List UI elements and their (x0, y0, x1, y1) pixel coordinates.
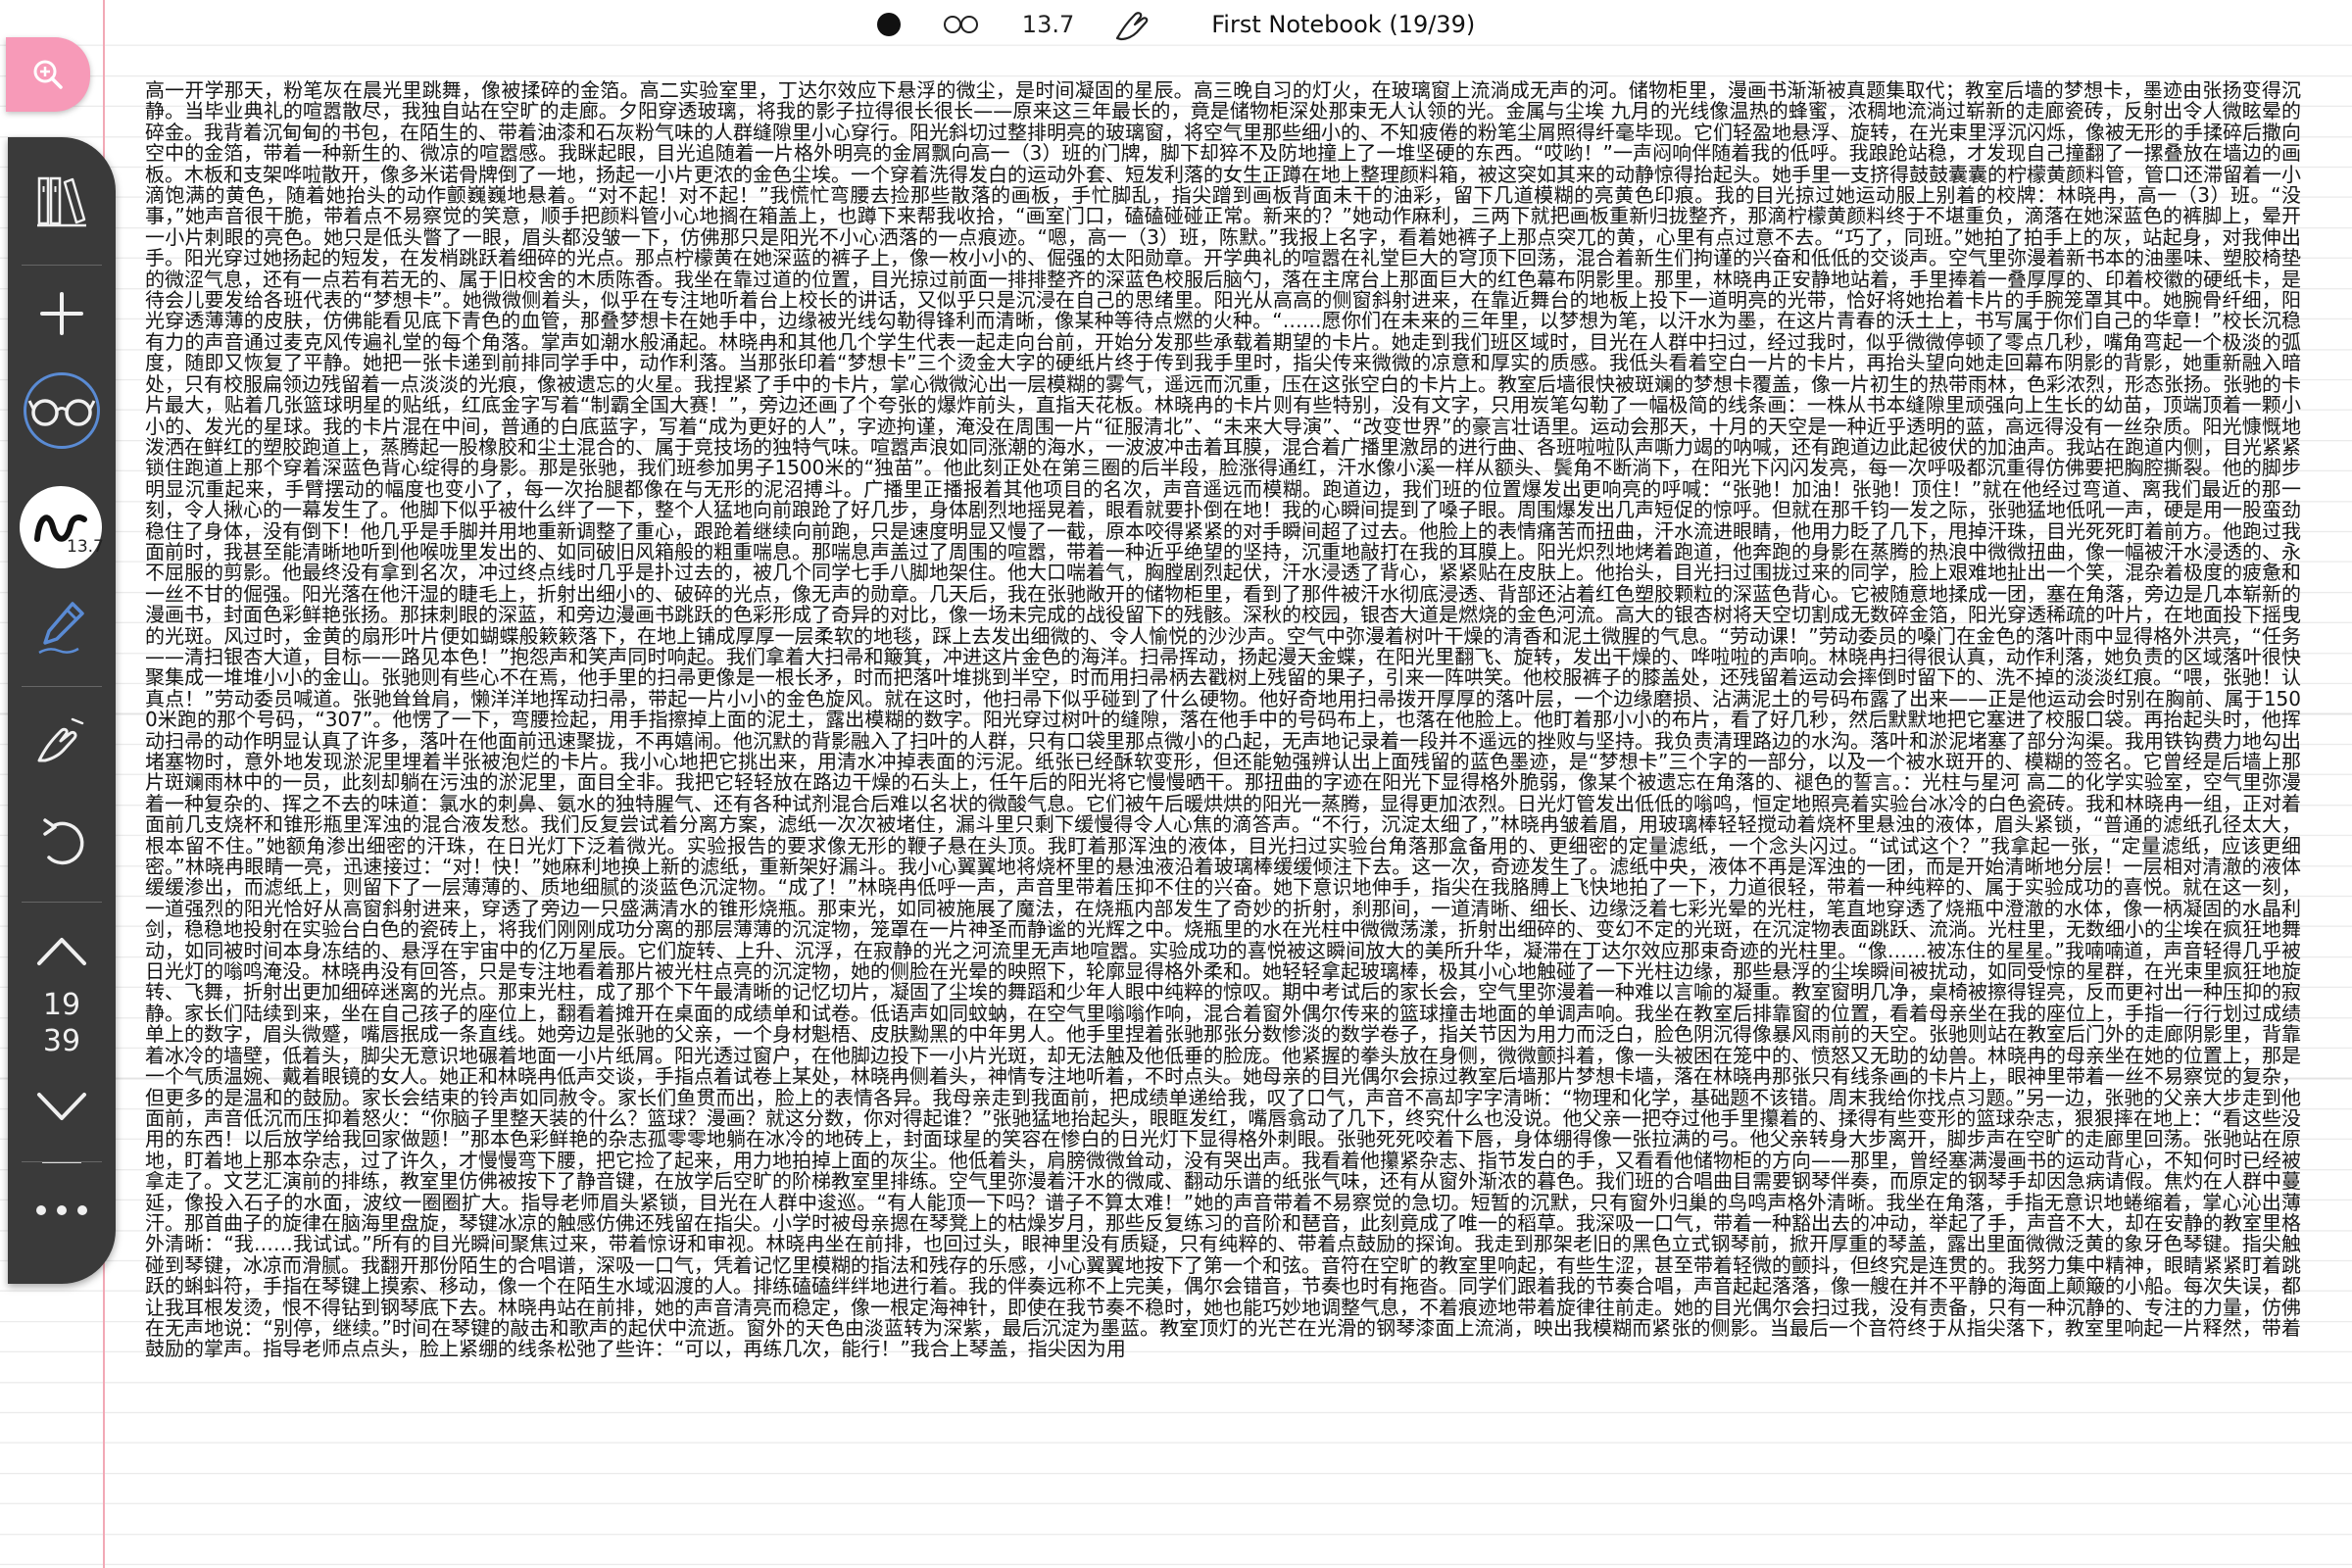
page-text: 高一开学那天，粉笔灰在晨光里跳舞，像被揉碎的金箔。高二实验室里，丁达尔效应下悬浮… (145, 80, 2301, 1361)
add-page-icon (40, 292, 83, 335)
page-down-button[interactable] (8, 1073, 116, 1142)
total-page-number: 39 (42, 1024, 81, 1058)
glasses-icon (27, 399, 96, 426)
toolbar-divider (22, 1161, 102, 1162)
gesture-button[interactable] (1113, 7, 1152, 42)
double-circle-icon (943, 16, 978, 33)
toolbar-divider (22, 265, 102, 266)
undo-button[interactable] (8, 804, 116, 882)
notebook-title: First Notebook (19/39) (1211, 11, 1476, 38)
pen-size-label: 13.7 (1021, 11, 1075, 38)
eraser-button[interactable] (8, 701, 116, 779)
pen-size-button[interactable]: 13.7 (1022, 11, 1074, 38)
more-icon (36, 1205, 87, 1215)
pen-style-button[interactable]: 13.7 (20, 486, 104, 568)
left-toolbar: 13.7 19 39 (8, 137, 116, 1284)
eraser-hand-icon (37, 717, 84, 762)
toolbar-divider (22, 902, 102, 903)
highlighter-icon (38, 602, 84, 655)
current-page-number[interactable]: 19 (8, 988, 116, 1022)
chevron-down-icon (37, 1093, 86, 1120)
pen-style-size-label: 13.7 (67, 537, 104, 557)
library-icon (37, 176, 86, 227)
more-button[interactable] (8, 1176, 116, 1245)
zoom-button[interactable] (6, 37, 90, 112)
notebook-title-button[interactable]: First Notebook (19/39) (1192, 11, 1475, 38)
page-up-button[interactable] (8, 916, 116, 985)
toolbar-divider (22, 686, 102, 687)
read-mode-button[interactable] (8, 376, 116, 445)
zoom-in-icon (33, 60, 63, 89)
hand-icon (1116, 12, 1149, 41)
add-page-button[interactable] (8, 279, 116, 348)
library-button[interactable] (8, 167, 116, 235)
pen-mode-button[interactable] (940, 13, 983, 36)
pen-color-button[interactable] (876, 13, 901, 36)
top-bar: 13.7 First Notebook (19/39) (0, 0, 2352, 49)
highlighter-button[interactable] (8, 588, 116, 666)
undo-icon (43, 818, 84, 865)
filled-circle-icon (876, 13, 901, 36)
chevron-up-icon (37, 938, 86, 965)
